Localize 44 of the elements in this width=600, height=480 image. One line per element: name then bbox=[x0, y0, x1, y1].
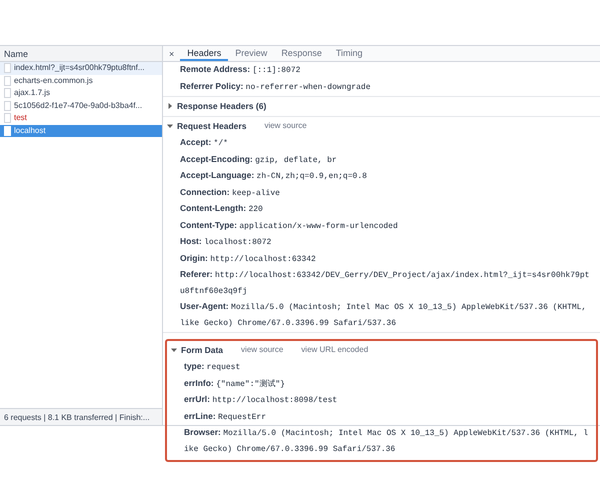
header-field: Content-Type: application/x-www-form-urlencoded bbox=[163, 218, 600, 234]
section-title[interactable]: Form Data bbox=[181, 344, 224, 356]
file-icon bbox=[4, 63, 11, 74]
request-row[interactable]: test bbox=[0, 112, 162, 124]
request-row[interactable]: ajax.1.7.js bbox=[0, 87, 162, 100]
header-field: Browser: Mozilla/5.0 (Macintosh; Intel Mac OS X 10_13_5) AppleWebKit/537.36 (KHTML, like Gecko) Chrome/67.0.3396.99 Safari/537.36 bbox=[167, 425, 596, 457]
request-row[interactable]: 5c1056d2-f1e7-470e-9a0d-b3ba4f... bbox=[0, 100, 162, 112]
view-link[interactable]: view URL encoded bbox=[301, 344, 368, 356]
view-link[interactable]: view source bbox=[264, 120, 307, 132]
section-title[interactable]: Request Headers bbox=[177, 120, 246, 132]
expand-arrow-icon[interactable] bbox=[167, 103, 173, 109]
header-field: Connection: keep-alive bbox=[163, 184, 600, 201]
file-icon bbox=[4, 76, 11, 86]
status-bar: 6 requests | 8.1 KB transferred | Finish:... bbox=[0, 408, 162, 425]
file-icon bbox=[4, 113, 11, 124]
header-field: Origin: http://localhost:63342 bbox=[163, 250, 600, 267]
tab[interactable]: Headers bbox=[180, 46, 228, 61]
header-field: errInfo: {"name":"测试"} bbox=[167, 376, 596, 392]
request-row[interactable]: echarts-en.common.js bbox=[0, 74, 162, 87]
close-button[interactable]: × bbox=[163, 46, 180, 61]
header-field: errUrl: http://localhost:8098/test bbox=[167, 392, 596, 408]
header-field: errLine: RequestErr bbox=[167, 408, 596, 425]
section-title[interactable]: Response Headers (6) bbox=[177, 100, 266, 112]
tab[interactable]: Response bbox=[274, 46, 329, 61]
view-link[interactable]: view source bbox=[241, 344, 284, 356]
header-field: Accept-Language: zh-CN,zh;q=0.9,en;q=0.8 bbox=[163, 168, 600, 184]
file-icon bbox=[4, 126, 11, 136]
request-row[interactable]: index.html?_ijt=s4sr00hk79ptu8ftnf... bbox=[0, 62, 162, 74]
header-field: type: request bbox=[167, 359, 596, 376]
header-field: Referer: http://localhost:63342/DEV_Gerry/DEV_Project/ajax/index.html?_ijt=s4sr00hk79ptu8ftnf60e3q9fj bbox=[163, 267, 600, 299]
collapse-arrow-icon[interactable] bbox=[167, 123, 173, 129]
tab[interactable]: Preview bbox=[228, 46, 274, 61]
header-field: Remote Address: [::1]:8072 bbox=[163, 62, 600, 78]
header-field: Accept: */* bbox=[163, 135, 600, 152]
header-field: Host: localhost:8072 bbox=[163, 234, 600, 250]
header-field: Referrer Policy: no-referrer-when-downgrade bbox=[163, 78, 600, 95]
tab[interactable]: Timing bbox=[328, 46, 370, 61]
column-header[interactable]: Name bbox=[0, 46, 162, 62]
file-icon bbox=[4, 88, 11, 98]
header-field: User-Agent: Mozilla/5.0 (Macintosh; Intel Mac OS X 10_13_5) AppleWebKit/537.36 (KHTML, like Gecko) Chrome/67.0.3396.99 Safari/537.36 bbox=[163, 299, 600, 331]
file-icon bbox=[4, 100, 11, 111]
header-field: Accept-Encoding: gzip, deflate, br bbox=[163, 152, 600, 168]
header-field: Content-Length: 220 bbox=[163, 201, 600, 218]
collapse-arrow-icon[interactable] bbox=[171, 347, 177, 353]
